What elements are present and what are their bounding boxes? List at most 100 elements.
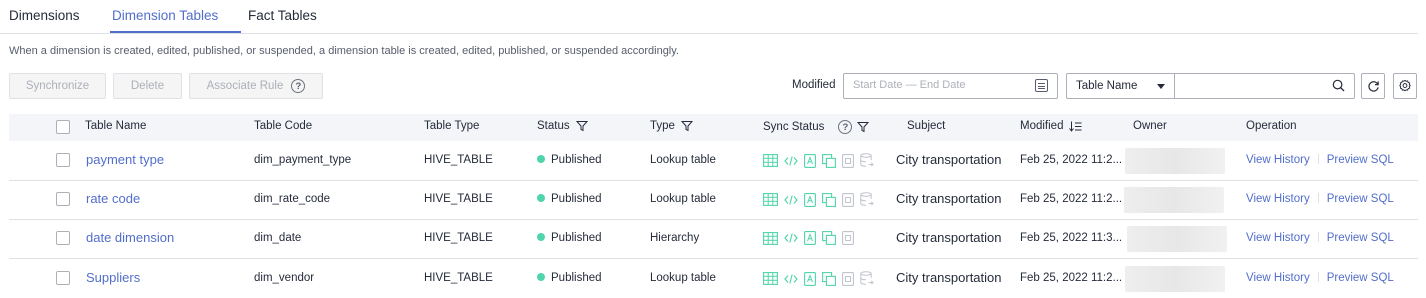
- date-range-picker[interactable]: Start Date — End Date: [843, 73, 1058, 99]
- view-history-link[interactable]: View History: [1246, 232, 1310, 244]
- preview-sql-link[interactable]: Preview SQL: [1327, 193, 1394, 205]
- status-cell: Published: [537, 154, 602, 166]
- tab-dimensions[interactable]: Dimensions: [9, 8, 80, 24]
- owner-redacted: [1125, 148, 1225, 174]
- table-name-link[interactable]: date dimension: [86, 230, 174, 245]
- operation-cell: View History Preview SQL: [1246, 272, 1394, 284]
- status-cell: Published: [537, 232, 602, 244]
- search-field-selected: Table Name: [1076, 80, 1138, 92]
- subject-value: City transportation: [896, 191, 1002, 206]
- search-field-select[interactable]: Table Name: [1066, 73, 1175, 99]
- subject-value: City transportation: [896, 152, 1002, 167]
- file-box-icon[interactable]: [842, 192, 854, 207]
- column-status: Status: [537, 120, 588, 132]
- table-icon[interactable]: [763, 272, 778, 285]
- delete-button[interactable]: Delete: [113, 73, 182, 99]
- type-value: Lookup table: [650, 154, 716, 166]
- file-a-icon[interactable]: [804, 271, 816, 286]
- column-operation: Operation: [1246, 120, 1297, 132]
- refresh-button[interactable]: [1361, 73, 1385, 99]
- row-checkbox[interactable]: [56, 271, 70, 285]
- table-code: dim_vendor: [254, 272, 315, 284]
- code-icon[interactable]: [784, 194, 798, 206]
- file-a-icon[interactable]: [804, 231, 816, 245]
- column-type: Type: [650, 120, 693, 132]
- file-a-icon[interactable]: [804, 192, 816, 207]
- status-dot-icon: [537, 155, 545, 163]
- database-export-icon[interactable]: [860, 153, 874, 168]
- column-type-label: Type: [650, 120, 675, 132]
- column-modified[interactable]: Modified: [1020, 120, 1082, 132]
- status-text: Published: [551, 272, 602, 284]
- tab-fact-tables[interactable]: Fact Tables: [248, 8, 317, 24]
- operation-divider: [1317, 232, 1319, 242]
- date-range-placeholder: Start Date — End Date: [853, 79, 966, 91]
- sync-status-icons: [763, 153, 874, 168]
- filter-icon[interactable]: [575, 120, 588, 132]
- code-icon[interactable]: [784, 155, 798, 167]
- table-code: dim_payment_type: [254, 154, 352, 166]
- file-box-icon[interactable]: [842, 153, 854, 168]
- sync-status-icons: [763, 271, 874, 286]
- table-type: HIVE_TABLE: [424, 193, 493, 205]
- status-text: Published: [551, 232, 602, 244]
- database-export-icon[interactable]: [860, 192, 874, 207]
- search-icon[interactable]: [1332, 79, 1345, 92]
- preview-sql-link[interactable]: Preview SQL: [1327, 272, 1394, 284]
- refresh-icon: [1367, 80, 1379, 92]
- select-all-checkbox[interactable]: [56, 120, 70, 134]
- type-value: Hierarchy: [650, 232, 700, 244]
- copy-icon[interactable]: [822, 231, 836, 245]
- synchronize-button[interactable]: Synchronize: [9, 73, 106, 99]
- sort-descending-icon[interactable]: [1069, 121, 1082, 132]
- column-sync-status-label: Sync Status: [763, 121, 825, 133]
- help-icon[interactable]: ?: [291, 79, 306, 93]
- file-a-icon[interactable]: [804, 153, 816, 168]
- table-icon[interactable]: [763, 231, 778, 245]
- table-icon[interactable]: [763, 193, 778, 206]
- search-input[interactable]: [1174, 73, 1355, 99]
- delete-label: Delete: [130, 80, 165, 92]
- view-history-link[interactable]: View History: [1246, 193, 1310, 205]
- table-code: dim_date: [254, 232, 302, 244]
- column-owner: Owner: [1133, 120, 1167, 132]
- database-export-icon[interactable]: [860, 271, 874, 286]
- operation-cell: View History Preview SQL: [1246, 154, 1394, 166]
- table-name-link[interactable]: payment type: [86, 152, 164, 167]
- row-checkbox[interactable]: [56, 231, 70, 245]
- status-text: Published: [551, 154, 602, 166]
- column-table-code: Table Code: [254, 120, 313, 132]
- file-box-icon[interactable]: [842, 271, 854, 286]
- copy-icon[interactable]: [822, 271, 836, 286]
- table-name-link[interactable]: Suppliers: [86, 270, 140, 285]
- view-history-link[interactable]: View History: [1246, 272, 1310, 284]
- filter-icon[interactable]: [857, 121, 870, 133]
- preview-sql-link[interactable]: Preview SQL: [1327, 154, 1394, 166]
- preview-sql-link[interactable]: Preview SQL: [1327, 232, 1394, 244]
- file-box-icon[interactable]: [842, 231, 854, 245]
- row-checkbox[interactable]: [56, 153, 70, 167]
- subject-value: City transportation: [896, 230, 1002, 245]
- column-subject: Subject: [907, 120, 946, 132]
- copy-icon[interactable]: [822, 153, 836, 168]
- code-icon[interactable]: [784, 273, 798, 285]
- settings-button[interactable]: [1393, 73, 1417, 99]
- associate-rule-label: Associate Rule: [206, 80, 284, 92]
- owner-redacted: [1124, 187, 1224, 213]
- tab-dimension-tables[interactable]: Dimension Tables: [112, 8, 218, 24]
- code-icon[interactable]: [784, 232, 798, 244]
- subject-value: City transportation: [896, 270, 1002, 285]
- column-status-label: Status: [537, 120, 570, 132]
- table-name-link[interactable]: rate code: [86, 191, 140, 206]
- calendar-icon[interactable]: [1035, 79, 1048, 92]
- associate-rule-button[interactable]: Associate Rule ?: [189, 73, 323, 99]
- row-checkbox[interactable]: [56, 192, 70, 206]
- filter-icon[interactable]: [680, 120, 693, 132]
- operation-divider: [1317, 272, 1319, 282]
- sync-status-icons: [763, 192, 874, 207]
- status-text: Published: [551, 193, 602, 205]
- table-icon[interactable]: [763, 154, 778, 167]
- help-icon[interactable]: ?: [838, 120, 853, 134]
- view-history-link[interactable]: View History: [1246, 154, 1310, 166]
- copy-icon[interactable]: [822, 192, 836, 207]
